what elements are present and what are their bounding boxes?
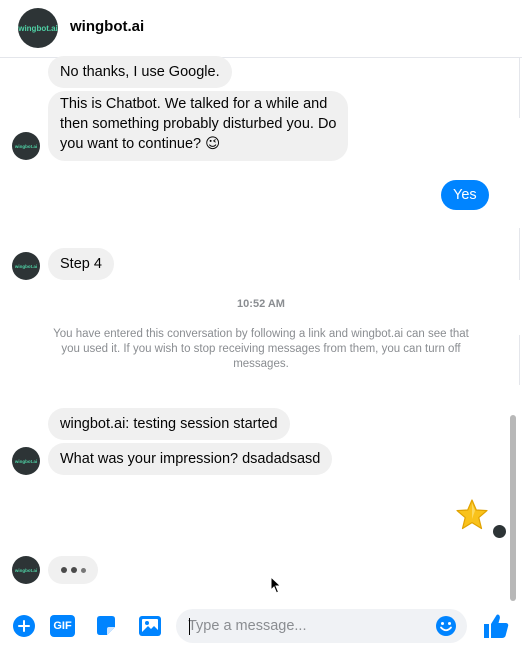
mouse-cursor-icon	[270, 576, 282, 594]
panel-divider	[519, 335, 520, 385]
link-entry-notice: You have entered this conversation by fo…	[36, 327, 486, 372]
message-input-wrapper[interactable]	[176, 609, 467, 643]
message-bubble: No thanks, I use Google.	[48, 56, 232, 88]
typing-dot	[60, 567, 67, 573]
panel-divider	[519, 58, 520, 118]
message-text: What was your impression? dsadadsasd	[60, 451, 321, 467]
photo-icon[interactable]	[138, 614, 162, 638]
message-bubble: What was your impression? dsadadsasd	[48, 443, 333, 475]
bot-avatar: wingbot.ai	[12, 556, 40, 584]
thumbs-up-icon[interactable]	[482, 612, 510, 640]
avatar-text: wingbot.ai	[14, 263, 38, 269]
notice-text: you used it. If you wish to stop receivi…	[61, 343, 461, 355]
bot-avatar: wingbot.ai	[12, 447, 40, 475]
message-text: Yes	[453, 187, 477, 203]
message-bubble: This is Chatbot. We talked for a while a…	[48, 91, 349, 161]
panel-divider	[519, 228, 520, 280]
header-avatar-text: wingbot.ai	[18, 23, 58, 33]
star-sticker-icon	[456, 499, 488, 530]
typing-dot	[80, 567, 86, 573]
sticker-icon[interactable]	[94, 614, 118, 638]
message-text: then something probably disturbed you. D…	[60, 116, 337, 132]
chat-title[interactable]: wingbot.ai	[70, 18, 144, 35]
message-text: This is Chatbot. We talked for a while a…	[60, 96, 328, 112]
avatar-text: wingbot.ai	[14, 567, 38, 573]
bot-avatar: wingbot.ai	[12, 252, 40, 280]
notice-text: You have entered this conversation by fo…	[53, 328, 469, 340]
avatar-text: wingbot.ai	[14, 458, 38, 464]
typing-indicator	[48, 556, 98, 584]
notice-text: messages.	[233, 358, 289, 370]
gif-icon[interactable]: GIF	[50, 615, 75, 637]
outgoing-message-bubble: Yes	[441, 180, 489, 210]
timestamp: 10:52 AM	[237, 298, 285, 310]
typing-dot	[70, 567, 77, 573]
bot-avatar: wingbot.ai	[12, 132, 40, 160]
seen-indicator-avatar	[492, 524, 507, 539]
header-avatar[interactable]: wingbot.ai	[18, 8, 58, 48]
avatar-text: wingbot.ai	[14, 143, 38, 149]
message-text: wingbot.ai: testing session started	[60, 416, 278, 432]
chat-header: wingbot.ai wingbot.ai	[0, 0, 522, 58]
plus-icon[interactable]	[12, 614, 36, 638]
message-text: Step 4	[60, 256, 102, 272]
text-caret	[189, 618, 190, 635]
message-text: No thanks, I use Google.	[60, 64, 220, 80]
message-bubble: wingbot.ai: testing session started	[48, 408, 290, 440]
emoji-icon[interactable]	[435, 615, 457, 637]
chat-scrollbar[interactable]	[510, 415, 516, 601]
message-input[interactable]	[188, 609, 428, 643]
message-text: you want to continue? 😉	[60, 136, 221, 152]
gif-label: GIF	[53, 620, 72, 632]
message-bubble: Step 4	[48, 248, 114, 280]
